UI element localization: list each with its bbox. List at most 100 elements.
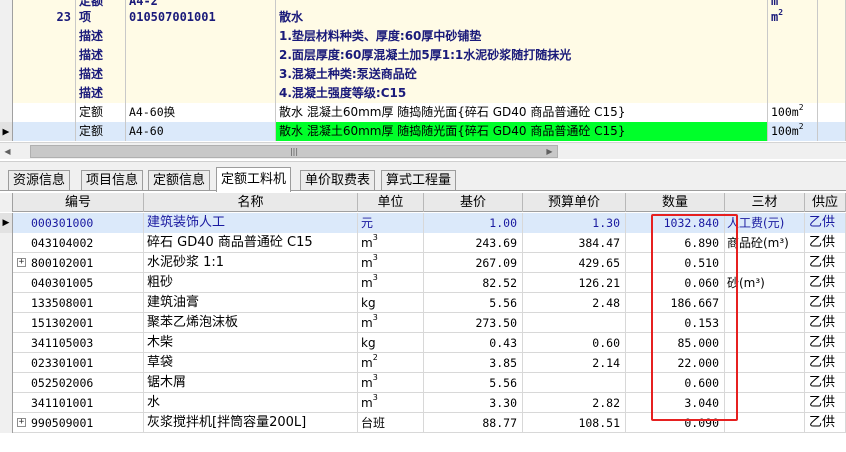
row-unit[interactable]: 100m2 <box>768 103 818 122</box>
row-selector[interactable] <box>0 8 13 27</box>
resource-unit[interactable]: 元 <box>358 213 424 233</box>
resource-code[interactable]: 341101001 <box>13 393 144 413</box>
resource-name[interactable]: 碎石 GD40 商品普通砼 C15 <box>144 233 358 253</box>
quantity[interactable]: 0.510 <box>626 253 725 273</box>
row-selector[interactable] <box>0 353 13 373</box>
resource-row[interactable]: 341105003 木柴 kg 0.43 0.60 85.000 乙供 <box>0 333 846 353</box>
row-name[interactable]: 3.混凝土种类:泵送商品砼 <box>276 65 768 84</box>
row-number[interactable] <box>13 27 76 46</box>
row-extra[interactable] <box>818 46 846 65</box>
row-selector[interactable] <box>0 313 13 333</box>
resource-name[interactable]: 建筑油膏 <box>144 293 358 313</box>
column-header[interactable]: 单位 <box>358 193 424 212</box>
base-price[interactable]: 273.50 <box>424 313 523 333</box>
row-name[interactable]: 散水 <box>276 8 768 27</box>
base-price[interactable]: 243.69 <box>424 233 523 253</box>
budget-price[interactable]: 429.65 <box>523 253 626 273</box>
bill-row[interactable]: 描述 4.混凝土强度等级:C15 <box>0 84 846 103</box>
bill-row[interactable]: ▶ 定额 A4-60 散水 混凝土60mm厚 随捣随光面{碎石 GD40 商品普通砼 … <box>0 122 846 141</box>
row-extra[interactable] <box>818 27 846 46</box>
tab-0[interactable]: 资源信息 <box>8 170 71 191</box>
tab-5[interactable]: 算式工程量 <box>381 170 457 191</box>
row-selector[interactable] <box>0 46 13 65</box>
row-kind[interactable]: 描述 <box>76 84 126 103</box>
supply-type[interactable]: 乙供 <box>805 273 846 293</box>
row-number[interactable] <box>13 46 76 65</box>
row-selector[interactable]: ▶ <box>0 213 13 233</box>
three-materials[interactable] <box>725 253 805 273</box>
row-selector[interactable] <box>0 393 13 413</box>
resource-unit[interactable]: m3 <box>358 373 424 393</box>
supply-type[interactable]: 乙供 <box>805 373 846 393</box>
quantity[interactable]: 0.090 <box>626 413 725 433</box>
quantity[interactable]: 186.667 <box>626 293 725 313</box>
budget-price[interactable]: 126.21 <box>523 273 626 293</box>
row-selector[interactable] <box>0 373 13 393</box>
three-materials[interactable]: 砂(m³) <box>725 273 805 293</box>
three-materials[interactable] <box>725 353 805 373</box>
row-unit[interactable] <box>768 65 818 84</box>
row-number[interactable] <box>13 84 76 103</box>
bill-row[interactable]: 描述 3.混凝土种类:泵送商品砼 <box>0 65 846 84</box>
three-materials[interactable]: 人工费(元) <box>725 213 805 233</box>
three-materials[interactable] <box>725 333 805 353</box>
row-selector[interactable] <box>0 253 13 273</box>
column-header[interactable]: 编号 <box>13 193 144 212</box>
column-header[interactable]: 基价 <box>424 193 523 212</box>
resource-name[interactable]: 草袋 <box>144 353 358 373</box>
supply-type[interactable]: 乙供 <box>805 413 846 433</box>
base-price[interactable]: 1.00 <box>424 213 523 233</box>
row-selector[interactable] <box>0 273 13 293</box>
resource-unit[interactable]: kg <box>358 333 424 353</box>
row-number[interactable] <box>13 122 76 141</box>
resource-code[interactable]: 052502006 <box>13 373 144 393</box>
resource-row[interactable]: 040301005 粗砂 m3 82.52 126.21 0.060 砂(m³) 乙供 <box>0 273 846 293</box>
resource-name[interactable]: 聚苯乙烯泡沫板 <box>144 313 358 333</box>
bill-row[interactable]: 描述 2.面层厚度:60厚混凝土加5厚1:1水泥砂浆随打随抹光 <box>0 46 846 65</box>
resource-row[interactable]: 133508001 建筑油膏 kg 5.56 2.48 186.667 乙供 <box>0 293 846 313</box>
budget-price[interactable]: 108.51 <box>523 413 626 433</box>
resource-unit[interactable]: kg <box>358 293 424 313</box>
row-selector[interactable] <box>0 233 13 253</box>
supply-type[interactable]: 乙供 <box>805 393 846 413</box>
tab-2[interactable]: 定额信息 <box>148 170 211 191</box>
supply-type[interactable]: 乙供 <box>805 213 846 233</box>
row-name[interactable]: 散水 混凝土60mm厚 随捣随光面{碎石 GD40 商品普通砼 C15} <box>276 122 768 141</box>
bill-row[interactable]: 描述 1.垫层材料种类、厚度:60厚中砂铺垫 <box>0 27 846 46</box>
quantity[interactable]: 22.000 <box>626 353 725 373</box>
row-kind[interactable]: 项 <box>76 8 126 27</box>
quantity[interactable]: 0.153 <box>626 313 725 333</box>
row-selector[interactable] <box>0 84 13 103</box>
row-selector[interactable] <box>0 413 13 433</box>
bill-row[interactable]: 定额 A4-60换 散水 混凝土60mm厚 随捣随光面{碎石 GD40 商品普通砼 … <box>0 103 846 122</box>
base-price[interactable]: 88.77 <box>424 413 523 433</box>
column-header[interactable]: 三材 <box>725 193 805 212</box>
resource-unit[interactable]: m2 <box>358 353 424 373</box>
row-code[interactable] <box>126 84 276 103</box>
expand-plus-icon[interactable]: + <box>17 258 26 267</box>
quantity[interactable]: 3.040 <box>626 393 725 413</box>
row-unit[interactable]: 100m2 <box>768 122 818 141</box>
row-code[interactable]: A4-60换 <box>126 103 276 122</box>
quantity[interactable]: 0.060 <box>626 273 725 293</box>
resource-row[interactable]: 023301001 草袋 m2 3.85 2.14 22.000 乙供 <box>0 353 846 373</box>
quantity[interactable]: 6.890 <box>626 233 725 253</box>
row-code[interactable]: A4-60 <box>126 122 276 141</box>
supply-type[interactable]: 乙供 <box>805 253 846 273</box>
resource-row[interactable]: 052502006 锯木屑 m3 5.56 0.600 乙供 <box>0 373 846 393</box>
resource-name[interactable]: 木柴 <box>144 333 358 353</box>
resource-unit[interactable]: m3 <box>358 233 424 253</box>
resource-code[interactable]: 990509001 + <box>13 413 144 433</box>
row-extra[interactable] <box>818 65 846 84</box>
row-code[interactable] <box>126 65 276 84</box>
row-selector[interactable] <box>0 103 13 122</box>
row-selector[interactable]: ▶ <box>0 122 13 141</box>
resource-row[interactable]: ▶ 000301000 建筑装饰人工元 1.00 1.30 1032.840 人工费(元) 乙… <box>0 213 846 233</box>
tab-1[interactable]: 项目信息 <box>81 170 144 191</box>
resource-code[interactable]: 023301001 <box>13 353 144 373</box>
resource-unit[interactable]: m3 <box>358 313 424 333</box>
tab-4[interactable]: 单价取费表 <box>300 170 376 191</box>
three-materials[interactable]: 商品砼(m³) <box>725 233 805 253</box>
base-price[interactable]: 0.43 <box>424 333 523 353</box>
resource-code[interactable]: 800102001 + <box>13 253 144 273</box>
